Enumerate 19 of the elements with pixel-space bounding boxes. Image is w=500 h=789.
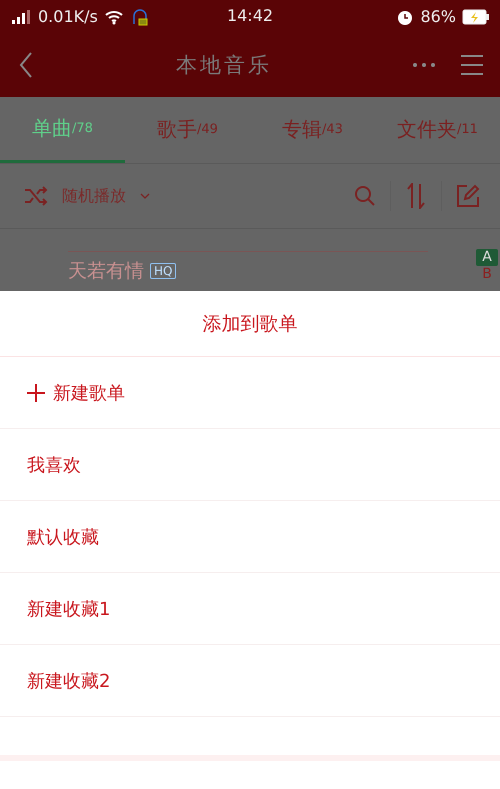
sort-icon[interactable] [405,183,427,209]
song-title: 天若有情 [68,259,144,284]
signal-icon [10,8,32,24]
more-icon[interactable] [412,62,436,68]
network-speed: 0.01K/s [38,7,98,26]
edit-icon[interactable] [456,184,480,208]
menu-icon[interactable] [460,54,484,76]
wifi-icon [104,8,124,24]
search-icon[interactable] [354,185,376,207]
battery-icon [462,8,490,24]
plus-icon [27,384,45,402]
tab[interactable]: 单曲/78 [0,97,125,163]
index-letter[interactable]: A [476,249,498,266]
battery-percent: 86% [420,7,456,26]
page-title: 本地音乐 [175,52,273,79]
caret-icon [140,193,150,199]
shuffle-icon[interactable] [24,186,48,206]
clock-time: 14:42 [226,6,274,25]
quality-badge: HQ [150,263,176,279]
